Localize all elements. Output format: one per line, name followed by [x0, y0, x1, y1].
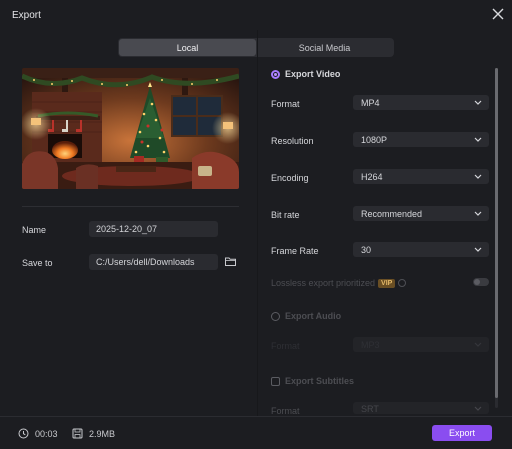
- export-video-option[interactable]: Export Video: [271, 69, 340, 79]
- resolution-value: 1080P: [361, 135, 388, 145]
- name-label: Name: [22, 225, 47, 235]
- export-audio-radio[interactable]: [271, 311, 280, 321]
- export-tabs: Local Social Media: [118, 38, 394, 57]
- audio-format-dropdown: MP3: [353, 337, 489, 352]
- format-label: Format: [271, 99, 300, 109]
- tab-local[interactable]: Local: [119, 39, 256, 56]
- save-to-label: Save to: [22, 258, 53, 268]
- bit-rate-value: Recommended: [361, 209, 423, 219]
- export-button[interactable]: Export: [432, 425, 492, 441]
- encoding-label: Encoding: [271, 173, 309, 183]
- export-audio-option[interactable]: Export Audio: [271, 311, 341, 321]
- duration-value: 00:03: [35, 428, 58, 439]
- export-subtitles-checkbox[interactable]: [271, 376, 280, 386]
- scrollbar-thumb[interactable]: [495, 68, 498, 398]
- frame-rate-value: 30: [361, 245, 372, 255]
- audio-format-label: Format: [271, 341, 300, 351]
- resolution-dropdown[interactable]: 1080P: [353, 132, 489, 147]
- chevron-down-icon: [474, 137, 482, 142]
- bit-rate-dropdown[interactable]: Recommended: [353, 206, 489, 221]
- footer-bar: 00:03 2.9MB Export: [0, 416, 512, 449]
- name-input[interactable]: 2025-12-20_07: [89, 221, 218, 237]
- panel-divider: [257, 30, 258, 416]
- video-preview-thumbnail: [22, 68, 239, 189]
- frame-rate-dropdown[interactable]: 30: [353, 242, 489, 257]
- preview-divider: [22, 206, 239, 207]
- duration-info: 00:03: [18, 428, 58, 439]
- lossless-export-row: Lossless export prioritized VIP: [271, 278, 407, 288]
- title-bar: Export: [0, 0, 512, 30]
- tab-social-media[interactable]: Social Media: [256, 39, 393, 56]
- folder-icon[interactable]: [224, 255, 237, 268]
- vip-badge: VIP: [378, 279, 396, 288]
- subtitle-format-dropdown: SRT: [353, 402, 489, 414]
- window-title: Export: [12, 10, 41, 21]
- export-audio-label: Export Audio: [285, 311, 342, 321]
- chevron-down-icon: [474, 406, 482, 411]
- lossless-export-label: Lossless export prioritized: [271, 278, 376, 288]
- clock-icon: [18, 428, 29, 439]
- export-video-radio[interactable]: [271, 69, 280, 79]
- encoding-value: H264: [361, 172, 383, 182]
- chevron-down-icon: [474, 174, 482, 179]
- file-size-info: 2.9MB: [72, 428, 115, 439]
- audio-format-value: MP3: [361, 340, 380, 350]
- chevron-down-icon: [474, 211, 482, 216]
- chevron-down-icon: [474, 247, 482, 252]
- frame-rate-label: Frame Rate: [271, 246, 319, 256]
- export-subtitles-option[interactable]: Export Subtitles: [271, 376, 354, 386]
- chevron-down-icon: [474, 342, 482, 347]
- resolution-label: Resolution: [271, 136, 314, 146]
- subtitle-format-value: SRT: [361, 404, 379, 414]
- export-subtitles-label: Export Subtitles: [285, 376, 355, 386]
- encoding-dropdown[interactable]: H264: [353, 169, 489, 184]
- format-value: MP4: [361, 98, 380, 108]
- disk-icon: [72, 428, 83, 439]
- chevron-down-icon: [474, 100, 482, 105]
- info-icon[interactable]: [398, 279, 407, 287]
- lossless-export-toggle[interactable]: [473, 278, 489, 286]
- settings-scrollbar[interactable]: [495, 68, 498, 408]
- close-icon[interactable]: [490, 6, 506, 22]
- subtitle-format-label: Format: [271, 406, 300, 416]
- export-video-label: Export Video: [285, 69, 341, 79]
- bit-rate-label: Bit rate: [271, 210, 300, 220]
- save-path-input[interactable]: C:/Users/dell/Downloads: [89, 254, 218, 270]
- format-dropdown[interactable]: MP4: [353, 95, 489, 110]
- file-size-value: 2.9MB: [89, 428, 116, 439]
